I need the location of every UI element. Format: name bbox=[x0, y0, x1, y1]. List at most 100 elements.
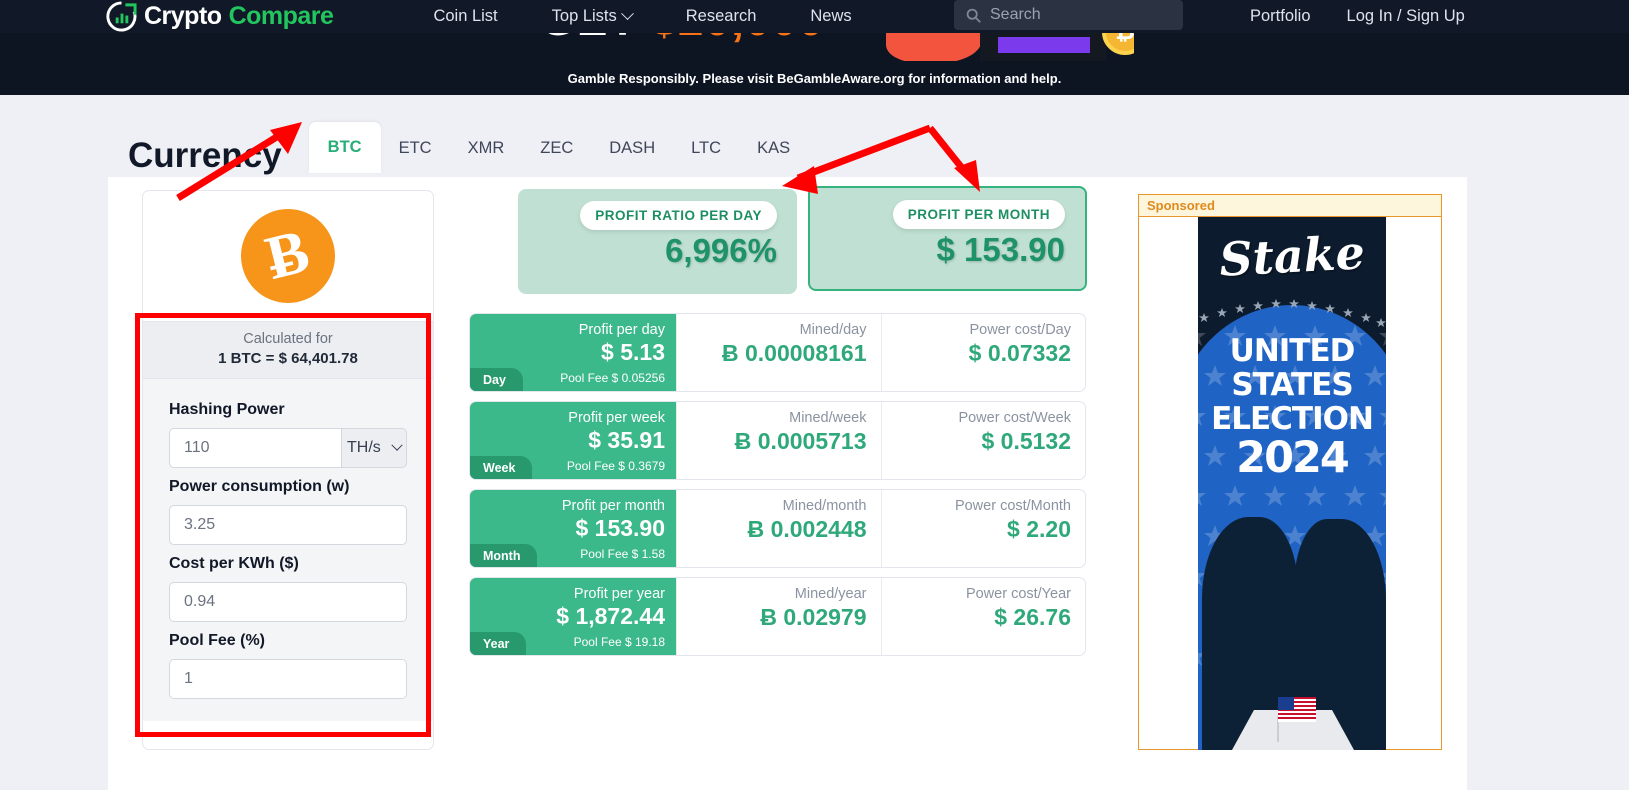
mined-cell: Mined/week Ƀ 0.0005713 bbox=[676, 402, 881, 479]
tab-xmr[interactable]: XMR bbox=[450, 126, 523, 173]
tab-etc[interactable]: ETC bbox=[381, 126, 450, 173]
search-input[interactable]: Search bbox=[954, 0, 1183, 30]
period-tag: Day bbox=[470, 368, 523, 391]
tab-btc[interactable]: BTC bbox=[309, 122, 381, 173]
sponsored-ad-panel[interactable]: Sponsored bbox=[1138, 194, 1442, 750]
period-tag: Month bbox=[470, 544, 537, 567]
ad-line-election: ELECTION bbox=[1198, 401, 1386, 437]
power-cost-cell: Power cost/Month $ 2.20 bbox=[881, 490, 1086, 567]
cost-per-kwh-input[interactable] bbox=[169, 582, 407, 622]
table-row: Profit per month $ 153.90 Pool Fee $ 1.5… bbox=[469, 489, 1086, 568]
bitcoin-icon: Ƀ bbox=[241, 209, 335, 303]
mined-value: Ƀ 0.00008161 bbox=[722, 340, 867, 367]
main-nav-links: Coin List Top Lists Research News bbox=[406, 7, 878, 26]
logo-text-compare: Compare bbox=[229, 2, 334, 31]
nav-label: Top Lists bbox=[552, 7, 617, 26]
hashing-power-label: Hashing Power bbox=[169, 401, 407, 419]
period-tag: Year bbox=[470, 632, 526, 655]
kpi-label: PROFIT PER MONTH bbox=[893, 200, 1065, 229]
profit-value: $ 153.90 bbox=[575, 515, 665, 542]
pool-fee-label: Pool Fee (%) bbox=[169, 632, 407, 650]
profit-title: Profit per day bbox=[579, 322, 665, 338]
nav-label: Log In / Sign Up bbox=[1347, 7, 1465, 26]
sponsored-ad-image[interactable]: Stake UNITED STATES ELECTION 2024 bbox=[1198, 217, 1386, 750]
ad-line-united: UNITED bbox=[1198, 333, 1386, 369]
profit-cell: Profit per month $ 153.90 Pool Fee $ 1.5… bbox=[470, 490, 676, 567]
chart-circle-icon bbox=[106, 1, 137, 32]
calculated-for-value: 1 BTC = $ 64,401.78 bbox=[143, 350, 433, 367]
tab-label: ZEC bbox=[540, 139, 573, 157]
nav-item-research[interactable]: Research bbox=[659, 7, 784, 26]
mined-title: Mined/day bbox=[800, 322, 867, 338]
power-cost-value: $ 0.07332 bbox=[969, 340, 1071, 367]
table-row: Profit per day $ 5.13 Pool Fee $ 0.05256… bbox=[469, 313, 1086, 392]
site-logo[interactable]: CryptoCompare bbox=[106, 1, 333, 32]
table-row: Profit per week $ 35.91 Pool Fee $ 0.367… bbox=[469, 401, 1086, 480]
profit-cell: Profit per day $ 5.13 Pool Fee $ 0.05256… bbox=[470, 314, 676, 391]
mined-value: Ƀ 0.002448 bbox=[748, 516, 867, 543]
kpi-value: $ 153.90 bbox=[937, 231, 1065, 269]
mined-title: Mined/week bbox=[789, 410, 866, 426]
profit-title: Profit per month bbox=[562, 498, 665, 514]
profit-title: Profit per year bbox=[574, 586, 665, 602]
pool-fee-input[interactable] bbox=[169, 659, 407, 699]
pool-fee-value: Pool Fee $ 19.18 bbox=[574, 635, 665, 649]
search-placeholder: Search bbox=[990, 6, 1041, 24]
nav-label: Coin List bbox=[433, 7, 497, 26]
nav-item-login-signup[interactable]: Log In / Sign Up bbox=[1329, 7, 1483, 26]
page-header: Currency BTC ETC XMR ZEC DASH LTC KAS bbox=[128, 122, 808, 173]
tab-label: LTC bbox=[691, 139, 721, 157]
us-flag-icon bbox=[1278, 697, 1316, 722]
pool-fee-value: Pool Fee $ 1.58 bbox=[580, 547, 665, 561]
mined-value: Ƀ 0.0005713 bbox=[735, 428, 867, 455]
nav-label: News bbox=[810, 7, 851, 26]
mined-cell: Mined/year Ƀ 0.02979 bbox=[676, 578, 881, 655]
stake-logo: Stake bbox=[1198, 224, 1386, 288]
power-cost-value: $ 2.20 bbox=[1007, 516, 1071, 543]
mining-calculator-card: Ƀ Calculated for 1 BTC = $ 64,401.78 Has… bbox=[142, 190, 434, 750]
hashing-power-group: TH/s bbox=[169, 428, 407, 468]
mined-value: Ƀ 0.02979 bbox=[760, 604, 866, 631]
search-icon bbox=[966, 8, 981, 23]
gamble-disclaimer: Gamble Responsibly. Please visit BeGambl… bbox=[0, 71, 1629, 86]
power-cost-title: Power cost/Day bbox=[969, 322, 1071, 338]
tab-label: KAS bbox=[757, 139, 790, 157]
chevron-down-icon bbox=[621, 7, 634, 20]
nav-label: Portfolio bbox=[1250, 7, 1311, 26]
power-cost-value: $ 26.76 bbox=[994, 604, 1071, 631]
tab-label: DASH bbox=[609, 139, 655, 157]
mined-title: Mined/year bbox=[795, 586, 867, 602]
ad-purple-bar bbox=[998, 37, 1090, 53]
star-arc-icon bbox=[1198, 291, 1386, 331]
profit-value: $ 1,872.44 bbox=[556, 603, 665, 630]
nav-item-top-lists[interactable]: Top Lists bbox=[525, 7, 659, 26]
pool-fee-value: Pool Fee $ 0.3679 bbox=[567, 459, 665, 473]
calculator-form: Hashing Power TH/s Power consumption (w)… bbox=[143, 379, 433, 721]
chevron-down-icon bbox=[391, 440, 402, 451]
ad-line-states: STATES bbox=[1198, 367, 1386, 403]
power-consumption-input[interactable] bbox=[169, 505, 407, 545]
tab-ltc[interactable]: LTC bbox=[673, 126, 739, 173]
nav-item-portfolio[interactable]: Portfolio bbox=[1232, 7, 1329, 26]
profit-value: $ 5.13 bbox=[601, 339, 665, 366]
profit-cell: Profit per week $ 35.91 Pool Fee $ 0.367… bbox=[470, 402, 676, 479]
hash-unit-select[interactable]: TH/s bbox=[341, 428, 407, 468]
table-row: Profit per year $ 1,872.44 Pool Fee $ 19… bbox=[469, 577, 1086, 656]
sponsored-label: Sponsored bbox=[1139, 195, 1441, 217]
tab-zec[interactable]: ZEC bbox=[522, 126, 591, 173]
tab-label: BTC bbox=[328, 138, 362, 156]
power-cost-cell: Power cost/Day $ 0.07332 bbox=[881, 314, 1086, 391]
cost-per-kwh-label: Cost per KWh ($) bbox=[169, 555, 407, 573]
nav-item-coin-list[interactable]: Coin List bbox=[406, 7, 524, 26]
tab-kas[interactable]: KAS bbox=[739, 126, 808, 173]
currency-tabs: BTC ETC XMR ZEC DASH LTC KAS bbox=[309, 122, 808, 173]
power-cost-title: Power cost/Year bbox=[966, 586, 1071, 602]
hashing-power-input[interactable] bbox=[169, 428, 341, 468]
mined-cell: Mined/month Ƀ 0.002448 bbox=[676, 490, 881, 567]
tab-dash[interactable]: DASH bbox=[591, 126, 673, 173]
nav-item-news[interactable]: News bbox=[783, 7, 878, 26]
hash-unit-value: TH/s bbox=[347, 439, 381, 457]
page-title: Currency bbox=[128, 138, 282, 173]
coin-logo-area: Ƀ bbox=[143, 191, 433, 321]
power-cost-title: Power cost/Week bbox=[958, 410, 1071, 426]
